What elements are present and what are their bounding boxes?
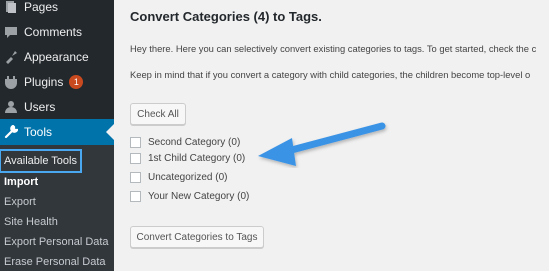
submenu-item-available-tools[interactable]: Available Tools	[0, 149, 82, 173]
tools-submenu: Available Tools Import Export Site Healt…	[0, 145, 114, 271]
sidebar-item-users[interactable]: Users	[0, 94, 114, 119]
category-row[interactable]: 1st Child Category (0)	[130, 153, 245, 164]
submenu-item-site-health[interactable]: Site Health	[4, 212, 58, 232]
submenu-item-export[interactable]: Export	[4, 192, 36, 212]
intro-note: Keep in mind that if you convert a categ…	[130, 69, 531, 80]
submenu-item-import[interactable]: Import	[4, 172, 38, 192]
sidebar-item-label: Appearance	[24, 49, 89, 64]
category-checkbox[interactable]	[130, 172, 141, 183]
pages-icon	[4, 0, 18, 14]
category-checkbox[interactable]	[130, 153, 141, 164]
category-row[interactable]: Second Category (0)	[130, 137, 240, 148]
category-checkbox[interactable]	[130, 191, 141, 202]
sidebar-item-label: Pages	[24, 0, 59, 14]
sidebar-item-label: Tools	[24, 125, 53, 139]
admin-sidebar: Pages Comments Appearance Plugins 1 User…	[0, 0, 114, 271]
intro-text: Hey there. Here you can selectively conv…	[130, 43, 537, 54]
sidebar-item-label: Plugins	[24, 74, 64, 89]
sidebar-item-label: Users	[24, 99, 56, 114]
sidebar-item-tools[interactable]: Tools	[0, 119, 114, 145]
sidebar-item-label: Comments	[24, 24, 83, 39]
sidebar-item-plugins[interactable]: Plugins 1	[0, 69, 114, 94]
sidebar-item-appearance[interactable]: Appearance	[0, 44, 114, 69]
convert-categories-button[interactable]: Convert Categories to Tags	[130, 226, 264, 248]
category-label: Uncategorized (0)	[148, 172, 228, 183]
category-label: Second Category (0)	[148, 137, 241, 148]
submenu-item-erase-personal-data[interactable]: Erase Personal Data	[4, 252, 106, 271]
sidebar-item-comments[interactable]: Comments	[0, 19, 114, 44]
comments-icon	[4, 25, 18, 39]
category-row[interactable]: Your New Category (0)	[130, 191, 249, 202]
tools-icon	[4, 124, 19, 139]
page-title: Convert Categories (4) to Tags.	[130, 9, 322, 24]
category-label: Your New Category (0)	[148, 191, 250, 202]
appearance-icon	[4, 50, 18, 64]
check-all-button[interactable]: Check All	[130, 103, 186, 125]
sidebar-item-pages[interactable]: Pages	[0, 0, 114, 19]
category-checkbox[interactable]	[130, 137, 141, 148]
users-icon	[4, 100, 18, 114]
category-label: 1st Child Category (0)	[148, 153, 246, 164]
update-count-badge: 1	[69, 74, 84, 89]
annotation-arrow-icon	[258, 122, 386, 166]
plugins-icon	[4, 75, 18, 89]
category-row[interactable]: Uncategorized (0)	[130, 172, 227, 183]
submenu-item-export-personal-data[interactable]: Export Personal Data	[4, 232, 109, 252]
